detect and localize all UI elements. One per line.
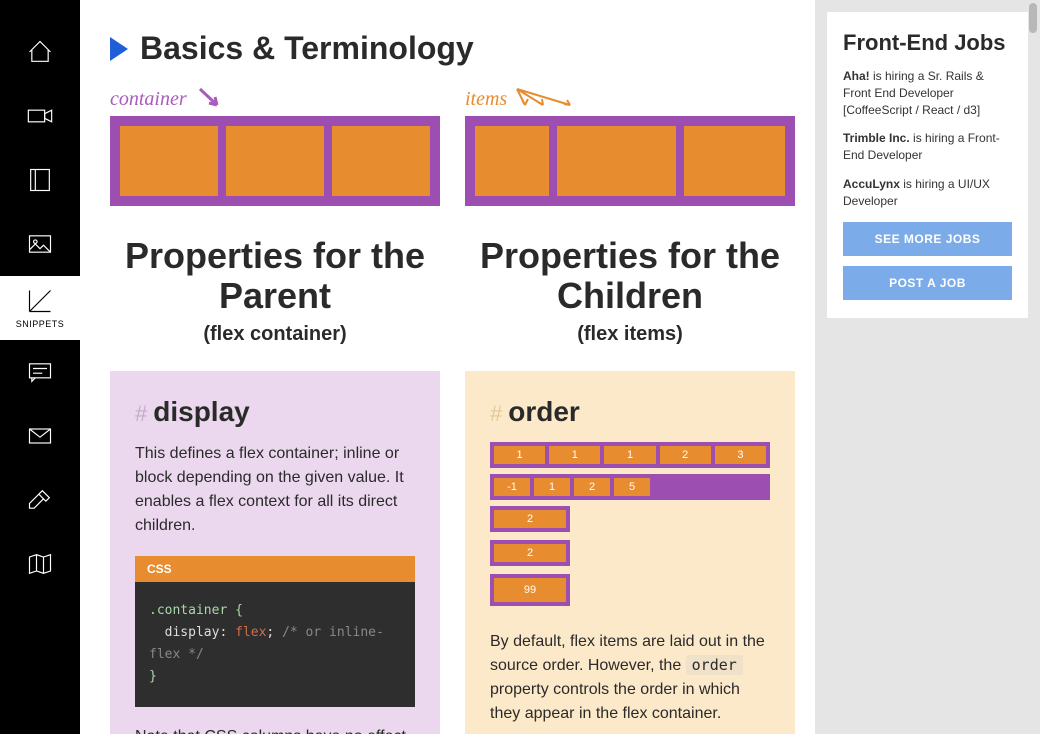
order-diagram: 1 1 1 2 3 -1 1 2 5 2 2 bbox=[490, 442, 770, 610]
code-body: .container { display: flex; /* or inline… bbox=[135, 582, 415, 706]
nav-snippets-label: SNIPPETS bbox=[16, 319, 65, 329]
order-card: #order 1 1 1 2 3 -1 1 2 5 bbox=[465, 371, 795, 734]
order-box: 1 bbox=[534, 478, 570, 496]
parent-subheading: (flex container) bbox=[110, 323, 440, 346]
display-desc: This defines a flex container; inline or… bbox=[135, 442, 415, 538]
display-note: Note that CSS columns have no effect on … bbox=[135, 725, 415, 734]
order-box: 1 bbox=[494, 446, 545, 464]
order-row: 1 1 1 2 3 bbox=[490, 442, 770, 468]
items-diagram bbox=[465, 116, 795, 206]
order-box: 1 bbox=[549, 446, 600, 464]
nav-video[interactable] bbox=[0, 84, 80, 148]
diagram-box bbox=[332, 126, 430, 196]
order-box: 2 bbox=[574, 478, 610, 496]
display-prop-title[interactable]: #display bbox=[135, 396, 415, 428]
section-header: Basics & Terminology bbox=[110, 30, 795, 67]
diagram-box bbox=[120, 126, 218, 196]
main-content: Basics & Terminology container Propertie… bbox=[80, 0, 815, 734]
children-subheading: (flex items) bbox=[465, 323, 795, 346]
section-title: Basics & Terminology bbox=[140, 30, 474, 67]
parent-heading: Properties for the Parent bbox=[110, 236, 440, 315]
order-row: -1 1 2 5 bbox=[490, 474, 770, 500]
order-box: 99 bbox=[494, 578, 566, 602]
scrollbar-thumb[interactable] bbox=[1029, 3, 1037, 33]
diagram-box bbox=[475, 126, 549, 196]
play-icon[interactable] bbox=[110, 37, 128, 61]
right-sidebar: Front-End Jobs Aha! is hiring a Sr. Rail… bbox=[815, 0, 1040, 734]
jobs-widget: Front-End Jobs Aha! is hiring a Sr. Rail… bbox=[827, 12, 1028, 318]
nav-build[interactable] bbox=[0, 468, 80, 532]
code-lang-label: CSS bbox=[135, 556, 415, 582]
hash-icon: # bbox=[135, 401, 147, 426]
nav-chat[interactable] bbox=[0, 340, 80, 404]
order-box: 2 bbox=[494, 510, 566, 528]
order-prop-title[interactable]: #order bbox=[490, 396, 770, 428]
nav-image[interactable] bbox=[0, 212, 80, 276]
nav-home[interactable] bbox=[0, 20, 80, 84]
nav-snippets[interactable]: SNIPPETS bbox=[0, 276, 80, 340]
diagram-box bbox=[684, 126, 785, 196]
diagram-box bbox=[226, 126, 324, 196]
see-more-jobs-button[interactable]: SEE MORE JOBS bbox=[843, 222, 1012, 256]
nav-mail[interactable] bbox=[0, 404, 80, 468]
order-box: 1 bbox=[604, 446, 655, 464]
code-block: CSS .container { display: flex; /* or in… bbox=[135, 556, 415, 706]
jobs-title: Front-End Jobs bbox=[843, 30, 1012, 56]
inline-code: order bbox=[686, 655, 743, 675]
order-column: 2 2 99 bbox=[490, 506, 570, 610]
diagram-box bbox=[557, 126, 676, 196]
job-item[interactable]: Trimble Inc. is hiring a Front-End Devel… bbox=[843, 130, 1012, 164]
hash-icon: # bbox=[490, 401, 502, 426]
children-heading: Properties for the Children bbox=[465, 236, 795, 315]
nav-map[interactable] bbox=[0, 532, 80, 596]
order-box: 2 bbox=[660, 446, 711, 464]
job-item[interactable]: Aha! is hiring a Sr. Rails & Front End D… bbox=[843, 68, 1012, 118]
sidebar: SNIPPETS bbox=[0, 0, 80, 734]
nav-book[interactable] bbox=[0, 148, 80, 212]
order-box: 3 bbox=[715, 446, 766, 464]
container-diagram bbox=[110, 116, 440, 206]
parent-column: container Properties for the Parent (fle… bbox=[110, 87, 440, 734]
display-card: #display This defines a flex container; … bbox=[110, 371, 440, 734]
order-box: 5 bbox=[614, 478, 650, 496]
order-desc: By default, flex items are laid out in t… bbox=[490, 630, 770, 726]
items-label: items bbox=[465, 87, 575, 112]
order-box: 2 bbox=[494, 544, 566, 562]
children-column: items Properties for the Children (flex … bbox=[465, 87, 795, 734]
container-label: container bbox=[110, 87, 225, 112]
order-box: -1 bbox=[494, 478, 530, 496]
post-job-button[interactable]: POST A JOB bbox=[843, 266, 1012, 300]
job-item[interactable]: AccuLynx is hiring a UI/UX Developer bbox=[843, 176, 1012, 210]
